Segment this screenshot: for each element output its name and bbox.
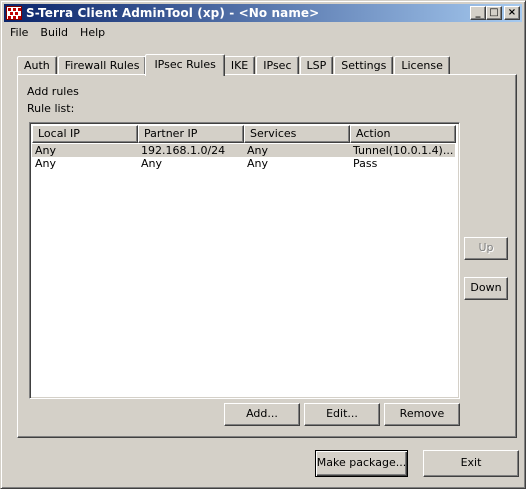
add-rules-label: Add rules bbox=[27, 85, 79, 98]
edit-rule-button[interactable]: Edit... bbox=[304, 403, 380, 426]
cell-services: Any bbox=[247, 157, 269, 170]
column-services[interactable]: Services bbox=[244, 125, 350, 143]
rule-list-label: Rule list: bbox=[27, 102, 75, 115]
rule-list-rows: Any 192.168.1.0/24 Any Tunnel(10.0.1.4).… bbox=[32, 144, 455, 170]
app-window: S-Terra Client AdminTool (xp) - <No name… bbox=[0, 0, 526, 489]
title-bar[interactable]: S-Terra Client AdminTool (xp) - <No name… bbox=[4, 4, 522, 22]
rule-list[interactable]: Local IP Partner IP Services Action Any … bbox=[29, 122, 460, 399]
remove-rule-button[interactable]: Remove bbox=[384, 403, 460, 426]
menu-file[interactable]: File bbox=[4, 26, 34, 39]
table-row[interactable]: Any Any Any Pass bbox=[32, 157, 455, 170]
tab-firewall-rules[interactable]: Firewall Rules bbox=[57, 56, 147, 75]
column-partner-ip[interactable]: Partner IP bbox=[138, 125, 244, 143]
make-package-button[interactable]: Make package... bbox=[315, 450, 408, 477]
ipsec-rules-panel: Add rules Rule list: Local IP Partner IP… bbox=[17, 74, 517, 438]
menu-build[interactable]: Build bbox=[34, 26, 74, 39]
tab-strip: Auth Firewall Rules IPsec Rules IKE IPse… bbox=[17, 54, 451, 76]
column-local-ip[interactable]: Local IP bbox=[32, 125, 138, 143]
exit-button[interactable]: Exit bbox=[423, 450, 519, 477]
window-title: S-Terra Client AdminTool (xp) - <No name… bbox=[26, 6, 320, 20]
tab-auth[interactable]: Auth bbox=[17, 56, 57, 75]
cell-local-ip: Any bbox=[35, 157, 57, 170]
cell-action: Tunnel(10.0.1.4)... bbox=[353, 144, 454, 157]
add-rule-button[interactable]: Add... bbox=[224, 403, 300, 426]
cell-partner-ip: 192.168.1.0/24 bbox=[141, 144, 226, 157]
tab-ipsec[interactable]: IPsec bbox=[256, 56, 299, 75]
table-row[interactable]: Any 192.168.1.0/24 Any Tunnel(10.0.1.4).… bbox=[32, 144, 455, 157]
menu-bar: File Build Help bbox=[4, 23, 111, 42]
cell-action: Pass bbox=[353, 157, 378, 170]
tab-settings[interactable]: Settings bbox=[334, 56, 394, 75]
tab-lsp[interactable]: LSP bbox=[299, 56, 334, 75]
maximize-button[interactable]: □ bbox=[486, 6, 502, 20]
cell-services: Any bbox=[247, 144, 269, 157]
move-up-button[interactable]: Up bbox=[464, 237, 508, 260]
menu-help[interactable]: Help bbox=[74, 26, 111, 39]
column-action[interactable]: Action bbox=[350, 125, 456, 143]
move-down-button[interactable]: Down bbox=[464, 277, 508, 300]
cell-local-ip: Any bbox=[35, 144, 57, 157]
rule-list-header: Local IP Partner IP Services Action bbox=[32, 125, 456, 143]
tab-license[interactable]: License bbox=[394, 56, 450, 75]
tab-ike[interactable]: IKE bbox=[223, 56, 256, 75]
cell-partner-ip: Any bbox=[141, 157, 163, 170]
close-button[interactable]: × bbox=[504, 6, 520, 20]
minimize-button[interactable]: _ bbox=[470, 6, 486, 20]
app-icon bbox=[6, 6, 22, 20]
tab-ipsec-rules[interactable]: IPsec Rules bbox=[145, 54, 225, 76]
